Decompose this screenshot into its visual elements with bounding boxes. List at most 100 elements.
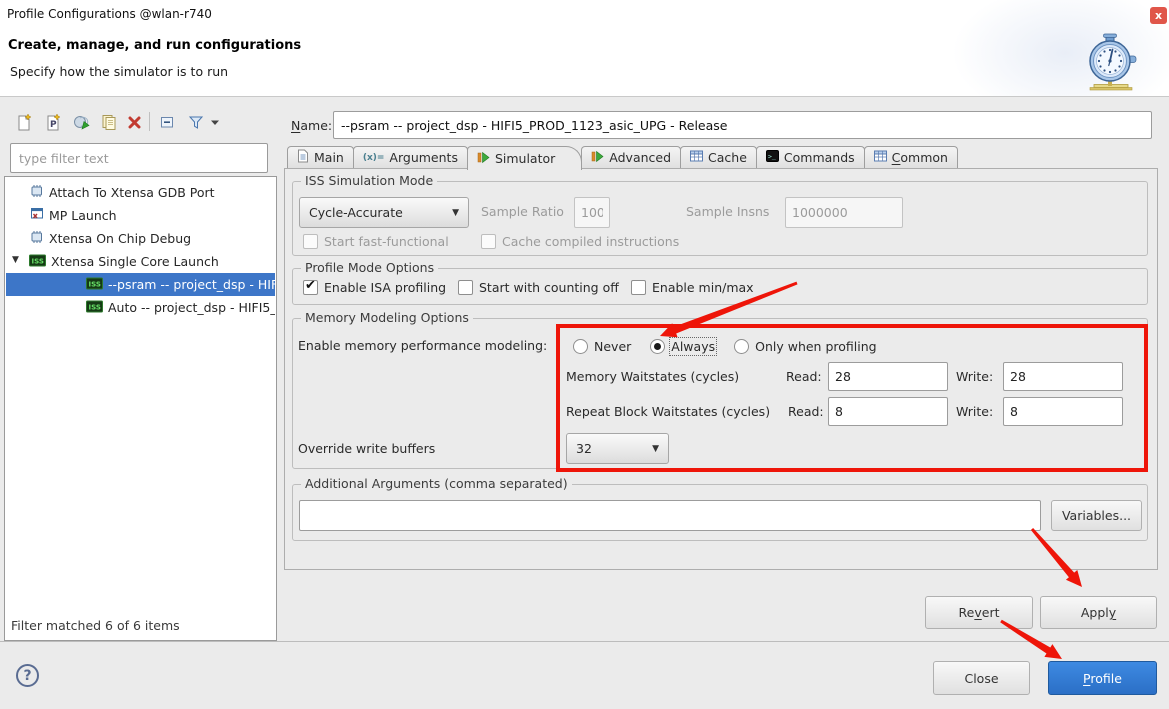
tab-main[interactable]: Main bbox=[287, 146, 354, 168]
page-title: Create, manage, and run configurations bbox=[8, 38, 301, 53]
checkbox-icon bbox=[303, 234, 318, 249]
start-with-counting-off-checkbox[interactable]: Start with counting off bbox=[458, 278, 619, 296]
tab-cache[interactable]: Cache bbox=[680, 146, 757, 168]
iss-simulation-mode-group: ISS Simulation Mode Cycle-Accurate▼ Samp… bbox=[292, 181, 1148, 256]
enable-memory-performance-label: Enable memory performance modeling: bbox=[298, 338, 547, 353]
repeat-write-waitstates-input[interactable] bbox=[1003, 397, 1123, 426]
config-tabs: Main (x)= Arguments Simulator Advanced C… bbox=[287, 146, 957, 168]
delete-launch-configuration-icon[interactable] bbox=[123, 111, 145, 133]
repeat-read-label: Read: bbox=[788, 404, 824, 419]
launch-config-tree: Attach To Xtensa GDB Port MP Launch Xten… bbox=[4, 176, 277, 641]
repeat-read-waitstates-input[interactable] bbox=[828, 397, 948, 426]
never-radio[interactable] bbox=[573, 339, 588, 354]
iss-icon: ISS bbox=[86, 300, 103, 316]
debug-port-icon bbox=[29, 183, 44, 202]
filter-launch-configurations-icon[interactable] bbox=[185, 111, 207, 133]
new-launch-prototype-icon[interactable]: P bbox=[42, 111, 64, 133]
checkbox-checked-icon bbox=[303, 280, 318, 295]
expander-icon[interactable]: ▼ bbox=[12, 255, 19, 265]
tab-arguments[interactable]: (x)= Arguments bbox=[353, 146, 468, 168]
memory-write-label: Write: bbox=[956, 369, 993, 384]
tab-simulator[interactable]: Simulator bbox=[467, 146, 582, 170]
page-subtitle: Specify how the simulator is to run bbox=[10, 64, 228, 79]
memory-read-waitstates-input[interactable] bbox=[828, 362, 948, 391]
memory-modeling-options-legend: Memory Modeling Options bbox=[301, 310, 473, 325]
additional-arguments-group: Additional Arguments (comma separated) V… bbox=[292, 484, 1148, 541]
tab-advanced[interactable]: Advanced bbox=[581, 146, 681, 168]
tree-item-single-core-launch[interactable]: ▼ ISS Xtensa Single Core Launch bbox=[6, 250, 275, 273]
window-title: Profile Configurations @wlan-r740 bbox=[7, 7, 212, 21]
tab-commands[interactable]: >_ Commands bbox=[756, 146, 865, 168]
repeat-block-waitstates-label: Repeat Block Waitstates (cycles) bbox=[566, 404, 770, 419]
memory-write-waitstates-input[interactable] bbox=[1003, 362, 1123, 391]
view-menu-icon[interactable] bbox=[208, 111, 222, 133]
export-launch-configurations-icon[interactable] bbox=[70, 111, 92, 133]
memory-modeling-radio-group: Never Always Only when profiling bbox=[573, 337, 877, 355]
tree-item-mp-launch[interactable]: MP Launch bbox=[6, 204, 275, 227]
override-write-buffers-select[interactable]: 32▼ bbox=[566, 433, 669, 464]
filter-match-status: Filter matched 6 of 6 items bbox=[11, 618, 180, 633]
stopwatch-icon bbox=[1082, 33, 1138, 94]
memory-modeling-options-group: Memory Modeling Options Enable memory pe… bbox=[292, 318, 1148, 469]
checkbox-icon bbox=[481, 234, 496, 249]
debug-port-icon bbox=[29, 229, 44, 248]
toolbar-separator bbox=[149, 112, 150, 131]
run-icon bbox=[477, 151, 490, 167]
sample-ratio-input bbox=[574, 197, 610, 228]
arguments-icon: (x)= bbox=[363, 153, 385, 163]
svg-text:>_: >_ bbox=[768, 153, 776, 161]
repeat-write-label: Write: bbox=[956, 404, 993, 419]
launch-config-sidebar: P Attach To Xtensa GDB Port MP Launch Xt… bbox=[4, 104, 277, 641]
tree-item-psram-config[interactable]: ISS --psram -- project_dsp - HIFI5_P bbox=[6, 273, 275, 296]
sample-insns-input bbox=[785, 197, 903, 228]
sample-insns-label: Sample Insns bbox=[686, 204, 769, 219]
chevron-down-icon: ▼ bbox=[452, 208, 459, 218]
svg-text:ISS: ISS bbox=[89, 280, 101, 288]
close-button[interactable]: Close bbox=[933, 661, 1030, 695]
tree-item-attach-gdb[interactable]: Attach To Xtensa GDB Port bbox=[6, 181, 275, 204]
simulation-mode-select[interactable]: Cycle-Accurate▼ bbox=[299, 197, 469, 228]
memory-waitstates-label: Memory Waitstates (cycles) bbox=[566, 369, 739, 384]
tab-common[interactable]: Common bbox=[864, 146, 958, 168]
sample-ratio-label: Sample Ratio bbox=[481, 204, 564, 219]
enable-isa-profiling-checkbox[interactable]: Enable ISA profiling bbox=[303, 278, 446, 296]
table-icon bbox=[874, 150, 887, 165]
svg-text:P: P bbox=[50, 120, 57, 130]
enable-min-max-checkbox[interactable]: Enable min/max bbox=[631, 278, 754, 296]
profile-mode-options-group: Profile Mode Options Enable ISA profilin… bbox=[292, 268, 1148, 305]
duplicate-launch-configuration-icon[interactable] bbox=[98, 111, 120, 133]
console-icon: >_ bbox=[766, 150, 779, 165]
tree-item-auto-config[interactable]: ISS Auto -- project_dsp - HIFI5_PROD bbox=[6, 296, 275, 319]
always-radio[interactable] bbox=[650, 339, 665, 354]
collapse-all-icon[interactable] bbox=[156, 111, 178, 133]
profile-button[interactable]: Profile bbox=[1048, 661, 1157, 695]
svg-text:ISS: ISS bbox=[32, 257, 44, 265]
help-button[interactable]: ? bbox=[16, 664, 39, 687]
iss-icon: ISS bbox=[29, 254, 46, 270]
filter-input[interactable] bbox=[10, 143, 268, 173]
checkbox-icon bbox=[458, 280, 473, 295]
start-fast-functional-checkbox: Start fast-functional bbox=[303, 232, 449, 250]
mp-launch-icon bbox=[29, 206, 44, 225]
iss-simulation-mode-legend: ISS Simulation Mode bbox=[301, 173, 437, 188]
page-icon bbox=[297, 149, 309, 166]
apply-button[interactable]: Apply bbox=[1040, 596, 1157, 629]
override-write-buffers-label: Override write buffers bbox=[298, 441, 435, 456]
window-close-button[interactable]: x bbox=[1150, 7, 1167, 24]
additional-arguments-input[interactable] bbox=[299, 500, 1041, 531]
new-launch-configuration-icon[interactable] bbox=[13, 111, 35, 133]
footer-divider bbox=[0, 641, 1169, 642]
dialog-header: Profile Configurations @wlan-r740 Create… bbox=[0, 0, 1169, 97]
name-input[interactable] bbox=[333, 111, 1152, 139]
checkbox-icon bbox=[631, 280, 646, 295]
iss-icon: ISS bbox=[86, 277, 103, 293]
memory-read-label: Read: bbox=[786, 369, 822, 384]
chevron-down-icon: ▼ bbox=[652, 444, 659, 454]
table-icon bbox=[690, 150, 703, 165]
tree-item-on-chip-debug[interactable]: Xtensa On Chip Debug bbox=[6, 227, 275, 250]
revert-button[interactable]: Revert bbox=[925, 596, 1033, 629]
cache-compiled-instructions-checkbox: Cache compiled instructions bbox=[481, 232, 679, 250]
only-when-profiling-radio[interactable] bbox=[734, 339, 749, 354]
profile-mode-options-legend: Profile Mode Options bbox=[301, 260, 438, 275]
variables-button[interactable]: Variables... bbox=[1051, 500, 1142, 531]
